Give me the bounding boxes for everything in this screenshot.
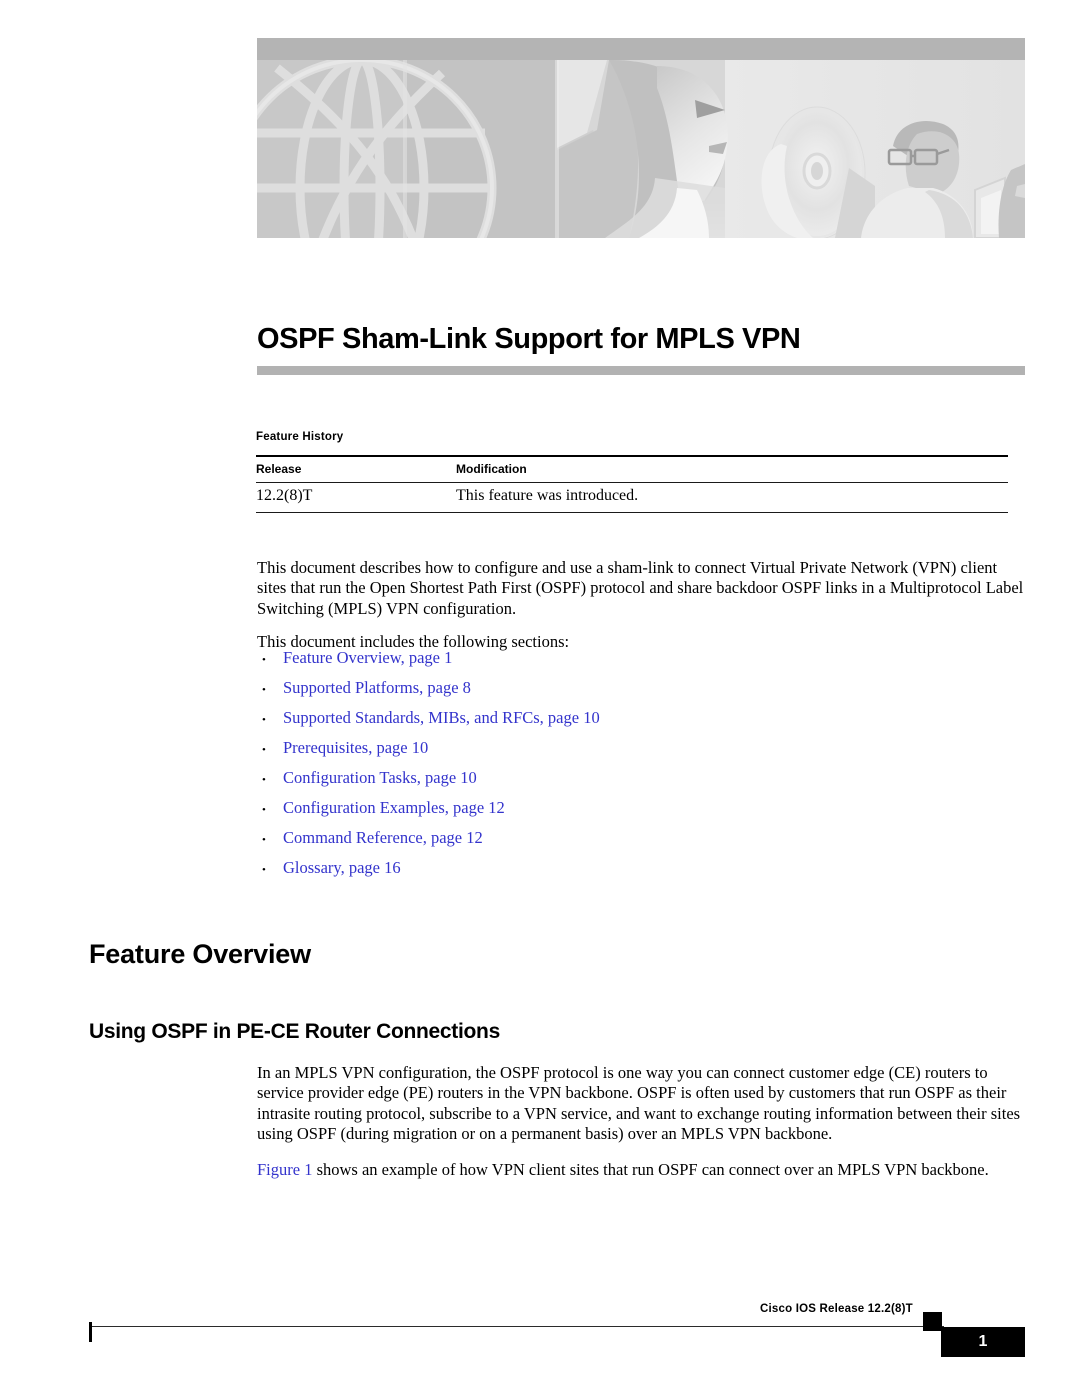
figure-reference-text: shows an example of how VPN client sites… [312, 1159, 989, 1179]
column-header-release: Release [256, 462, 302, 476]
using-ospf-paragraph: In an MPLS VPN configuration, the OSPF p… [257, 1062, 1021, 1144]
section-link-configuration-tasks[interactable]: Configuration Tasks, page 10 [283, 763, 477, 793]
feature-history-table: Release Modification 12.2(8)T This featu… [256, 455, 1008, 513]
table-row: 12.2(8)T This feature was introduced. [256, 483, 1008, 512]
section-link-supported-standards[interactable]: Supported Standards, MIBs, and RFCs, pag… [283, 703, 600, 733]
section-link-list: • Feature Overview, page 1 • Supported P… [257, 643, 1027, 883]
list-item[interactable]: • Configuration Tasks, page 10 [257, 763, 1027, 793]
footer-release-text: Cisco IOS Release 12.2(8)T [756, 1303, 917, 1315]
feature-history-label: Feature History [256, 431, 344, 443]
list-item[interactable]: • Feature Overview, page 1 [257, 643, 1027, 673]
list-item[interactable]: • Supported Standards, MIBs, and RFCs, p… [257, 703, 1027, 733]
section-link-prerequisites[interactable]: Prerequisites, page 10 [283, 733, 428, 763]
bullet-icon: • [262, 714, 266, 726]
footer-left-crop-tick [89, 1322, 92, 1342]
bullet-icon: • [262, 804, 266, 816]
heading-feature-overview: Feature Overview [89, 939, 311, 970]
page-title: OSPF Sham-Link Support for MPLS VPN [257, 323, 801, 356]
title-divider-rule [257, 366, 1025, 375]
bullet-icon: • [262, 834, 266, 846]
figure-1-link[interactable]: Figure 1 [257, 1160, 312, 1179]
list-item[interactable]: • Command Reference, page 12 [257, 823, 1027, 853]
footer-black-square-marker [923, 1312, 942, 1331]
figure-reference-paragraph: Figure 1 shows an example of how VPN cli… [257, 1160, 1027, 1181]
banner-artwork [257, 60, 1025, 238]
page-number-badge: 1 [941, 1327, 1025, 1357]
list-item[interactable]: • Prerequisites, page 10 [257, 733, 1027, 763]
heading-using-ospf-in-pe-ce-router-connections: Using OSPF in PE-CE Router Connections [89, 1020, 500, 1043]
table-rule-bottom [256, 512, 1008, 513]
section-link-configuration-examples[interactable]: Configuration Examples, page 12 [283, 793, 505, 823]
column-header-modification: Modification [456, 462, 527, 476]
bullet-icon: • [262, 654, 266, 666]
bullet-icon: • [262, 774, 266, 786]
bullet-icon: • [262, 744, 266, 756]
intro-paragraph: This document describes how to configure… [257, 557, 1024, 618]
list-item[interactable]: • Glossary, page 16 [257, 853, 1027, 883]
bullet-icon: • [262, 684, 266, 696]
section-link-command-reference[interactable]: Command Reference, page 12 [283, 823, 483, 853]
cell-release: 12.2(8)T [256, 487, 313, 504]
section-link-supported-platforms[interactable]: Supported Platforms, page 8 [283, 673, 471, 703]
table-header-row: Release Modification [256, 457, 1008, 482]
section-link-feature-overview[interactable]: Feature Overview, page 1 [283, 643, 452, 673]
list-item[interactable]: • Configuration Examples, page 12 [257, 793, 1027, 823]
bullet-icon: • [262, 864, 266, 876]
cell-modification: This feature was introduced. [456, 487, 639, 504]
section-link-glossary[interactable]: Glossary, page 16 [283, 853, 401, 883]
header-banner [257, 38, 1025, 238]
list-item[interactable]: • Supported Platforms, page 8 [257, 673, 1027, 703]
footer-divider-rule [89, 1326, 944, 1327]
